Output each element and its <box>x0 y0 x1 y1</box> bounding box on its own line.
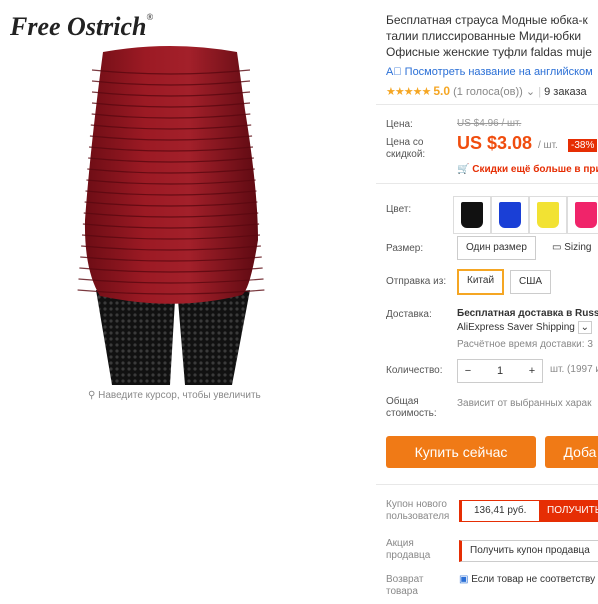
swatch-blue[interactable] <box>491 196 529 234</box>
translate-icon: A⃝ <box>386 66 405 78</box>
delivery-method-select[interactable]: AliExpress Saver Shipping ⌄ <box>457 321 593 334</box>
plus-button[interactable]: + <box>522 365 542 377</box>
sizing-link[interactable]: ▭ Sizing <box>552 242 591 253</box>
translate-link[interactable]: A⃝ Посмотреть название на английском <box>386 66 593 78</box>
delivery-label: Доставка: <box>386 309 432 320</box>
orders-count: 9 заказа <box>544 86 587 98</box>
cart-icon: 🛒 <box>457 164 473 175</box>
divider <box>376 104 598 105</box>
returns-label: Возврат товара <box>386 574 424 597</box>
quantity-stepper[interactable]: − 1 + <box>457 359 543 383</box>
swatch-black[interactable] <box>453 196 491 234</box>
total-note: Зависит от выбранных харак <box>457 398 592 409</box>
minus-button[interactable]: − <box>458 365 478 377</box>
product-image[interactable] <box>0 0 360 385</box>
price-label: Цена: <box>386 119 413 130</box>
size-label: Размер: <box>386 243 424 254</box>
chevron-down-icon: ⌄ <box>525 86 536 98</box>
divider <box>376 183 598 184</box>
rating-value: 5.0 <box>433 84 451 98</box>
rating-stars-icon: ★★★★★ <box>386 86 431 98</box>
votes-link[interactable]: (1 голоса(ов)) <box>453 86 523 98</box>
size-option[interactable]: Один размер <box>457 236 536 260</box>
quantity-label: Количество: <box>386 365 443 376</box>
seller-promo-label: Акция продавца <box>386 538 431 561</box>
ship-from-usa[interactable]: США <box>510 270 552 294</box>
add-to-cart-button[interactable]: Доба <box>545 436 598 468</box>
per-unit: / шт. <box>538 140 558 151</box>
chevron-down-icon: ⌄ <box>577 321 593 334</box>
ship-from-china[interactable]: Китай <box>457 269 505 295</box>
zoom-hint: ⚲ Наведите курсор, чтобы увеличить <box>88 390 261 401</box>
quantity-input[interactable]: 1 <box>490 365 510 377</box>
sale-price: US $3.08 <box>457 133 533 153</box>
old-price: US $4.96 / шт. <box>457 118 522 129</box>
buy-now-button[interactable]: Купить сейчас <box>386 436 536 468</box>
swatch-pink[interactable] <box>567 196 598 234</box>
new-user-coupon-label: Купон нового пользователя <box>386 499 450 522</box>
product-title: Бесплатная страуса Модные юбка-к талии п… <box>386 13 592 59</box>
quantity-available: шт. (1997 и <box>550 364 598 375</box>
color-label: Цвет: <box>386 204 412 215</box>
ruler-icon: ▭ <box>552 242 565 253</box>
get-seller-coupon-button[interactable]: Получить купон продавца <box>459 540 598 562</box>
discount-price-label: Цена со скидкой: <box>386 137 426 160</box>
ship-from-label: Отправка из: <box>386 276 447 287</box>
returns-note: ▣ Если товар не соответству <box>459 574 596 585</box>
swatch-yellow[interactable] <box>529 196 567 234</box>
discount-badge: -38% <box>568 139 598 152</box>
magnifier-icon: ⚲ <box>88 390 99 401</box>
divider <box>376 484 598 485</box>
get-coupon-button[interactable]: ПОЛУЧИТЬ <box>539 500 598 522</box>
rating-row: ★★★★★ 5.0 (1 голоса(ов)) ⌄ | 9 заказа <box>386 84 587 98</box>
delivery-title: Бесплатная доставка в Russ <box>457 308 598 319</box>
shield-check-icon: ▣ <box>459 574 472 585</box>
brand-logo: Free Ostrich® <box>10 12 154 41</box>
delivery-time: Расчётное время доставки: 3 <box>457 339 593 350</box>
discount-note[interactable]: 🛒 Скидки ещё больше в при <box>457 164 598 175</box>
total-label: Общая стоимость: <box>386 396 437 419</box>
